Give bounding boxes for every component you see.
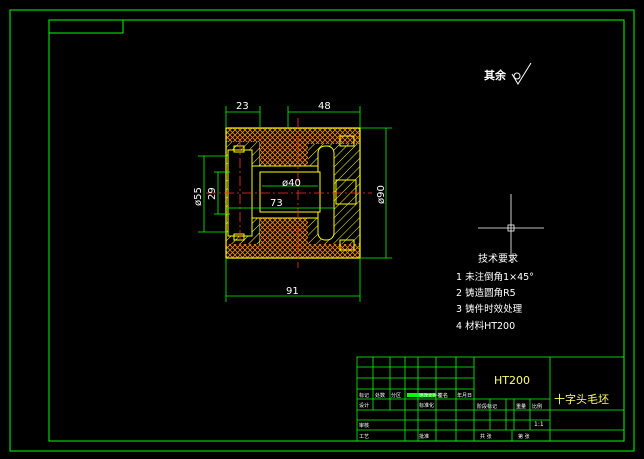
- tech-requirements: 技术要求 1 未注倒角1×45° 2 铸造圆角R5 3 铸件时效处理 4 材料H…: [456, 252, 534, 332]
- label-date: 年月日: [457, 392, 472, 399]
- hatch-pad-left-top: [226, 128, 260, 142]
- roughness-note-text: 其余: [484, 68, 507, 82]
- dim-73: 73: [270, 198, 283, 209]
- tech-requirement-item: 4 材料HT200: [456, 320, 515, 332]
- dim-55: ø55: [193, 187, 204, 206]
- dim-91: 91: [286, 286, 299, 297]
- dim-29: 29: [207, 187, 218, 200]
- roughness-symbol-icon: [511, 62, 532, 85]
- label-process: 工艺: [359, 434, 369, 440]
- label-review: 审核: [359, 422, 369, 429]
- hatch-pad-bottom: [260, 218, 308, 258]
- part-name-label: 十字头毛坯: [554, 392, 609, 406]
- label-stage-mark: 阶段标记: [477, 403, 497, 410]
- label-zone: 分区: [391, 392, 401, 399]
- hatch-pad-right-bottom: [308, 244, 360, 258]
- hatch-pad-top: [260, 128, 308, 166]
- hatch-pad-left-bottom: [226, 244, 260, 258]
- label-sheet-total: 共 张: [480, 433, 492, 440]
- label-mark: 标记: [359, 392, 369, 399]
- label-scale: 比例: [532, 403, 542, 410]
- tech-requirement-item: 3 铸件时效处理: [456, 303, 523, 315]
- cad-drawing-canvas: 其余 23 48 ø55 29 ø40 73 ø90 91 技术要求 1 未注倒…: [9, 9, 635, 452]
- corner-code-box: [48, 19, 124, 34]
- dim-90: ø90: [376, 185, 387, 204]
- label-approve: 批准: [419, 433, 429, 440]
- tech-requirement-item: 2 铸造圆角R5: [456, 287, 516, 299]
- crosshair-cursor-icon: [478, 194, 544, 262]
- label-sheet-no: 第 张: [518, 433, 530, 440]
- roughness-note: 其余: [484, 62, 532, 85]
- label-weight: 重量: [516, 403, 526, 410]
- scale-value: 1:1: [534, 421, 544, 428]
- dim-23: 23: [236, 101, 249, 112]
- label-design: 设计: [359, 402, 369, 409]
- label-count: 处数: [375, 392, 385, 399]
- dim-48: 48: [318, 101, 331, 112]
- dim-40: ø40: [282, 178, 301, 189]
- label-standardize: 标准化: [419, 402, 434, 409]
- label-signature: 签名: [438, 392, 448, 399]
- tech-requirements-title: 技术要求: [478, 252, 518, 265]
- material-label: HT200: [494, 374, 530, 387]
- section-view: [206, 118, 372, 268]
- tech-requirement-item: 1 未注倒角1×45°: [456, 271, 534, 283]
